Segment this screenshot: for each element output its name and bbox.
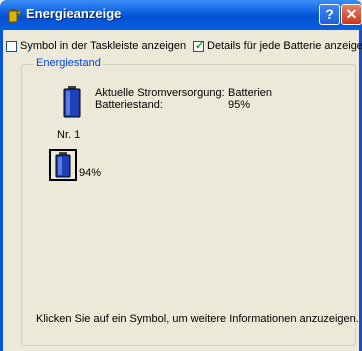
battery-name-label: Nr. 1 [57,129,81,141]
power-source-value: Batterien [228,87,273,99]
close-button[interactable]: ✕ [341,4,362,25]
group-legend: Energiestand [34,57,103,69]
window-frame-left [0,30,3,351]
window-title: Energieanzeige [26,6,122,21]
battery-icon [63,86,81,118]
checkmark-icon: ✓ [195,40,205,52]
battery-level-label: Batteriestand: [95,99,163,111]
show-details-label[interactable]: Details für jede Batterie anzeigen [207,40,362,52]
show-details-checkbox[interactable]: ✓ [193,40,205,52]
hint-text: Klicken Sie auf ein Symbol, um weitere I… [36,313,359,325]
battery-meter-icon [8,8,22,23]
battery-icon [55,152,71,178]
power-source-label: Aktuelle Stromversorgung: [95,87,225,99]
battery-detail-button[interactable] [49,149,77,181]
battery-level-value: 95% [228,99,251,111]
title-bar[interactable]: Energieanzeige ? ✕ [0,0,362,30]
close-icon: ✕ [345,6,358,22]
help-icon: ? [325,6,334,22]
battery-percent: 94% [79,167,102,179]
energy-meter-window: Energieanzeige ? ✕ Symbol in der Tasklei… [0,0,362,351]
show-in-taskbar-checkbox[interactable] [6,41,17,52]
help-button[interactable]: ? [319,4,340,25]
show-in-taskbar-label[interactable]: Symbol in der Taskleiste anzeigen [20,40,186,52]
